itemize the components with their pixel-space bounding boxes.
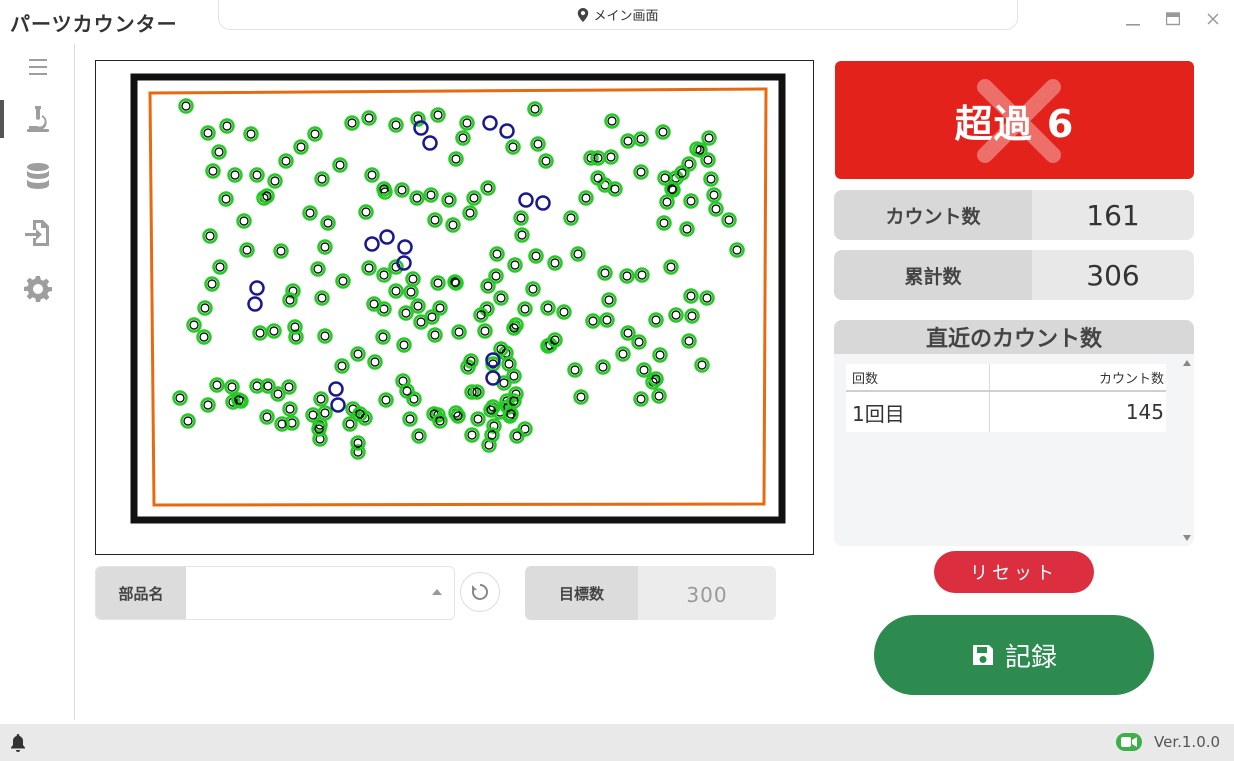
- detection-image: [95, 60, 814, 555]
- table-row[interactable]: 1回目 145: [846, 392, 1166, 432]
- detection-canvas: [130, 73, 786, 524]
- close-button[interactable]: [1204, 10, 1222, 28]
- part-name-label: 部品名: [96, 567, 186, 619]
- target-count-value[interactable]: 300: [638, 566, 776, 620]
- record-button-label: 記録: [1004, 642, 1057, 673]
- row-round: 1回目: [846, 392, 990, 432]
- reload-icon: [472, 584, 488, 600]
- sidebar-item-import[interactable]: [0, 210, 75, 256]
- screen-name: メイン画面: [593, 9, 659, 24]
- table-header: 回数 カウント数: [846, 364, 1166, 392]
- window-controls: [1124, 10, 1222, 28]
- part-name-select[interactable]: [186, 567, 454, 619]
- scroll-down-arrow[interactable]: [1183, 535, 1191, 541]
- count-stat: カウント数 161: [834, 190, 1194, 240]
- reset-button[interactable]: リセット: [934, 551, 1094, 593]
- record-button[interactable]: 記録: [874, 615, 1154, 695]
- map-marker-icon: [578, 7, 589, 22]
- dropdown-arrow-icon: [432, 589, 442, 595]
- gear-icon: [23, 276, 52, 302]
- column-header-count: カウント数: [1098, 371, 1164, 387]
- target-count-label: 目標数: [525, 566, 638, 620]
- minimize-button[interactable]: [1124, 10, 1142, 28]
- hamburger-menu-icon: [28, 59, 47, 75]
- target-count-field: 目標数 300: [525, 566, 776, 620]
- total-stat: 累計数 306: [834, 250, 1194, 300]
- floppy-disk-icon: [972, 645, 993, 665]
- recent-counts-title: 直近のカウント数: [834, 320, 1194, 354]
- recent-counts-panel: 直近のカウント数 回数 カウント数 1回目 145: [834, 320, 1194, 546]
- title-bar: パーツカウンター メイン画面: [0, 0, 1234, 40]
- reload-button[interactable]: [460, 572, 500, 612]
- camera-status-badge: [1116, 733, 1142, 751]
- count-value: 161: [1032, 190, 1194, 240]
- maximize-icon: [1166, 12, 1180, 26]
- status-bar: Ver.1.0.0: [0, 724, 1234, 761]
- minimize-icon: [1126, 24, 1140, 26]
- close-icon: [1207, 13, 1219, 25]
- file-import-icon: [24, 220, 49, 246]
- column-header-round: 回数: [846, 364, 990, 390]
- microscope-icon: [26, 106, 49, 132]
- sidebar-item-database[interactable]: [0, 153, 75, 199]
- total-value: 306: [1032, 250, 1194, 300]
- part-name-field: 部品名: [95, 566, 455, 620]
- database-icon: [26, 163, 49, 189]
- sidebar: [0, 44, 75, 720]
- recent-counts-table: 回数 カウント数 1回目 145: [846, 364, 1166, 432]
- total-label: 累計数: [834, 250, 1032, 300]
- exceeded-alert: 超過 6: [835, 61, 1194, 179]
- sidebar-menu-button[interactable]: [0, 44, 75, 90]
- exceeded-alert-text: 超過 6: [954, 101, 1075, 146]
- sidebar-item-settings[interactable]: [0, 266, 75, 312]
- row-count: 145: [1125, 400, 1164, 424]
- bell-icon[interactable]: [10, 734, 26, 752]
- app-title: パーツカウンター: [10, 12, 178, 36]
- scroll-up-arrow[interactable]: [1183, 360, 1191, 366]
- screen-location-indicator: メイン画面: [218, 0, 1018, 30]
- version-label: Ver.1.0.0: [1154, 733, 1221, 751]
- count-label: カウント数: [834, 190, 1032, 240]
- maximize-button[interactable]: [1164, 10, 1182, 28]
- sidebar-item-count[interactable]: [0, 96, 75, 142]
- video-camera-icon: [1121, 737, 1137, 747]
